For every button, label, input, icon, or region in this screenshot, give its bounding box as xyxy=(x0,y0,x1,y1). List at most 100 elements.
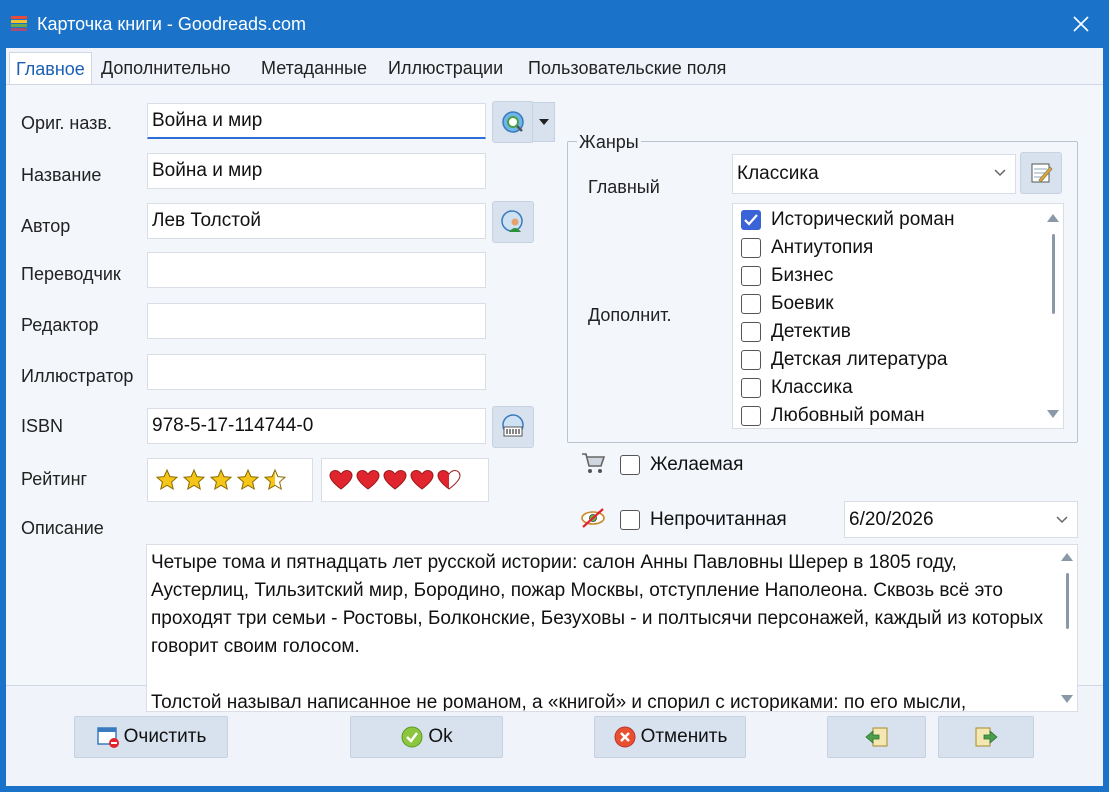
genre-item-label: Исторический роман xyxy=(771,209,955,230)
tab-strip: Главное Дополнительно Метаданные Иллюстр… xyxy=(6,48,1103,84)
genre-item[interactable]: Любовный роман xyxy=(741,402,925,428)
genre-item-label: Антиутопия xyxy=(771,237,874,258)
orig-title-input[interactable] xyxy=(147,103,486,139)
title-input[interactable] xyxy=(147,153,486,189)
cancel-x-icon xyxy=(614,726,636,748)
orig-title-dropdown-button[interactable] xyxy=(532,102,555,142)
checkbox-box xyxy=(620,455,640,475)
author-label: Автор xyxy=(21,216,71,236)
checkbox-icon xyxy=(741,238,761,258)
cancel-button[interactable]: Отменить xyxy=(594,716,746,758)
heart-icon[interactable] xyxy=(355,468,381,492)
book-card-window: Карточка книги - Goodreads.com Главное Д… xyxy=(0,0,1109,792)
translator-label: Переводчик xyxy=(21,264,121,284)
search-orig-title-button[interactable] xyxy=(492,101,534,143)
notepad-edit-icon xyxy=(1031,163,1053,183)
unread-checkbox[interactable]: Непрочитанная xyxy=(620,509,787,531)
book-arrow-right-icon xyxy=(975,727,998,747)
isbn-lookup-button[interactable] xyxy=(492,406,534,448)
genre-item[interactable]: Исторический роман xyxy=(741,206,954,234)
eye-crossed-icon xyxy=(581,508,605,528)
genre-item-label: Бизнес xyxy=(771,265,834,286)
star-icon[interactable] xyxy=(181,468,207,492)
dialog-client: Главное Дополнительно Метаданные Иллюстр… xyxy=(6,48,1103,786)
isbn-barcode-icon xyxy=(502,414,524,437)
close-icon xyxy=(1073,16,1089,32)
heart-icon[interactable] xyxy=(328,468,354,492)
genre-item[interactable]: Боевик xyxy=(741,290,834,318)
tab-main-pane: Ориг. назв. Название Автор xyxy=(6,84,1103,712)
tab-additional[interactable]: Дополнительно xyxy=(101,52,231,84)
genres-scrollbar[interactable] xyxy=(1043,204,1063,428)
author-input[interactable] xyxy=(147,203,486,239)
isbn-label: ISBN xyxy=(21,416,64,436)
genre-item[interactable]: Классика xyxy=(741,374,853,402)
person-search-icon xyxy=(501,210,523,232)
star-icon[interactable] xyxy=(154,468,180,492)
titlebar: Карточка книги - Goodreads.com xyxy=(0,0,1109,48)
genre-item[interactable]: Бизнес xyxy=(741,262,833,290)
star-icon[interactable] xyxy=(262,468,288,492)
scroll-thumb[interactable] xyxy=(1052,234,1055,314)
star-rating[interactable] xyxy=(147,458,313,502)
scroll-thumb[interactable] xyxy=(1066,573,1069,629)
read-date-picker[interactable]: 6/20/2026 xyxy=(844,501,1078,538)
globe-search-icon xyxy=(502,111,524,133)
heart-rating[interactable] xyxy=(321,458,489,502)
chevron-down-icon xyxy=(994,169,1006,177)
checkbox-icon xyxy=(741,266,761,286)
checkbox-icon xyxy=(741,322,761,342)
wished-label: Желаемая xyxy=(650,454,744,475)
heart-icon[interactable] xyxy=(436,468,462,492)
description-label: Описание xyxy=(21,518,104,538)
tab-illustrations[interactable]: Иллюстрации xyxy=(388,52,503,84)
check-circle-icon xyxy=(401,726,423,748)
wished-checkbox[interactable]: Желаемая xyxy=(620,454,743,476)
heart-icon[interactable] xyxy=(382,468,408,492)
editor-input[interactable] xyxy=(147,303,486,339)
editor-label: Редактор xyxy=(21,315,99,335)
checkbox-icon xyxy=(741,294,761,314)
caret-down-icon xyxy=(538,119,549,125)
genre-item[interactable]: Детектив xyxy=(741,318,851,346)
button-bar: Очистить Ok Отменить xyxy=(6,686,1103,786)
title-label: Название xyxy=(21,165,102,185)
checkbox-icon xyxy=(741,406,761,426)
translator-input[interactable] xyxy=(147,252,486,288)
main-genre-value: Классика xyxy=(737,163,819,184)
star-icon[interactable] xyxy=(208,468,234,492)
genre-item[interactable]: Детская литература xyxy=(741,346,947,374)
illustrator-label: Иллюстратор xyxy=(21,366,134,386)
edit-genres-button[interactable] xyxy=(1020,152,1062,194)
checkbox-box xyxy=(620,510,640,530)
scroll-up-arrow[interactable] xyxy=(1047,214,1059,222)
author-lookup-button[interactable] xyxy=(492,201,534,243)
clear-form-icon xyxy=(96,727,119,748)
ok-button[interactable]: Ok xyxy=(350,716,503,758)
genre-item[interactable]: Антиутопия xyxy=(741,234,873,262)
extra-genres-label: Дополнит. xyxy=(588,305,672,325)
window-title: Карточка книги - Goodreads.com xyxy=(37,14,306,34)
heart-icon[interactable] xyxy=(409,468,435,492)
clear-button[interactable]: Очистить xyxy=(74,716,228,758)
clear-button-label: Очистить xyxy=(123,726,207,747)
isbn-input[interactable] xyxy=(147,408,486,444)
checkbox-icon xyxy=(741,378,761,398)
scroll-down-arrow[interactable] xyxy=(1047,410,1059,418)
next-book-button[interactable] xyxy=(938,716,1034,758)
main-genre-select[interactable]: Классика xyxy=(732,154,1016,194)
cancel-button-label: Отменить xyxy=(640,726,728,747)
scroll-up-arrow[interactable] xyxy=(1061,553,1073,561)
tab-main[interactable]: Главное xyxy=(9,52,92,84)
star-icon[interactable] xyxy=(235,468,261,492)
tab-custom-fields[interactable]: Пользовательские поля xyxy=(528,52,726,84)
genre-item-label: Детская литература xyxy=(771,349,948,370)
read-date-value: 6/20/2026 xyxy=(849,509,934,530)
previous-book-button[interactable] xyxy=(827,716,926,758)
orig-title-label: Ориг. назв. xyxy=(21,113,113,133)
tab-metadata[interactable]: Метаданные xyxy=(261,52,367,84)
illustrator-input[interactable] xyxy=(147,354,486,390)
genre-item-label: Боевик xyxy=(771,293,834,314)
extra-genres-list[interactable]: Любовный роман Классика Детская литература… xyxy=(732,203,1064,429)
close-button[interactable] xyxy=(1053,0,1109,48)
